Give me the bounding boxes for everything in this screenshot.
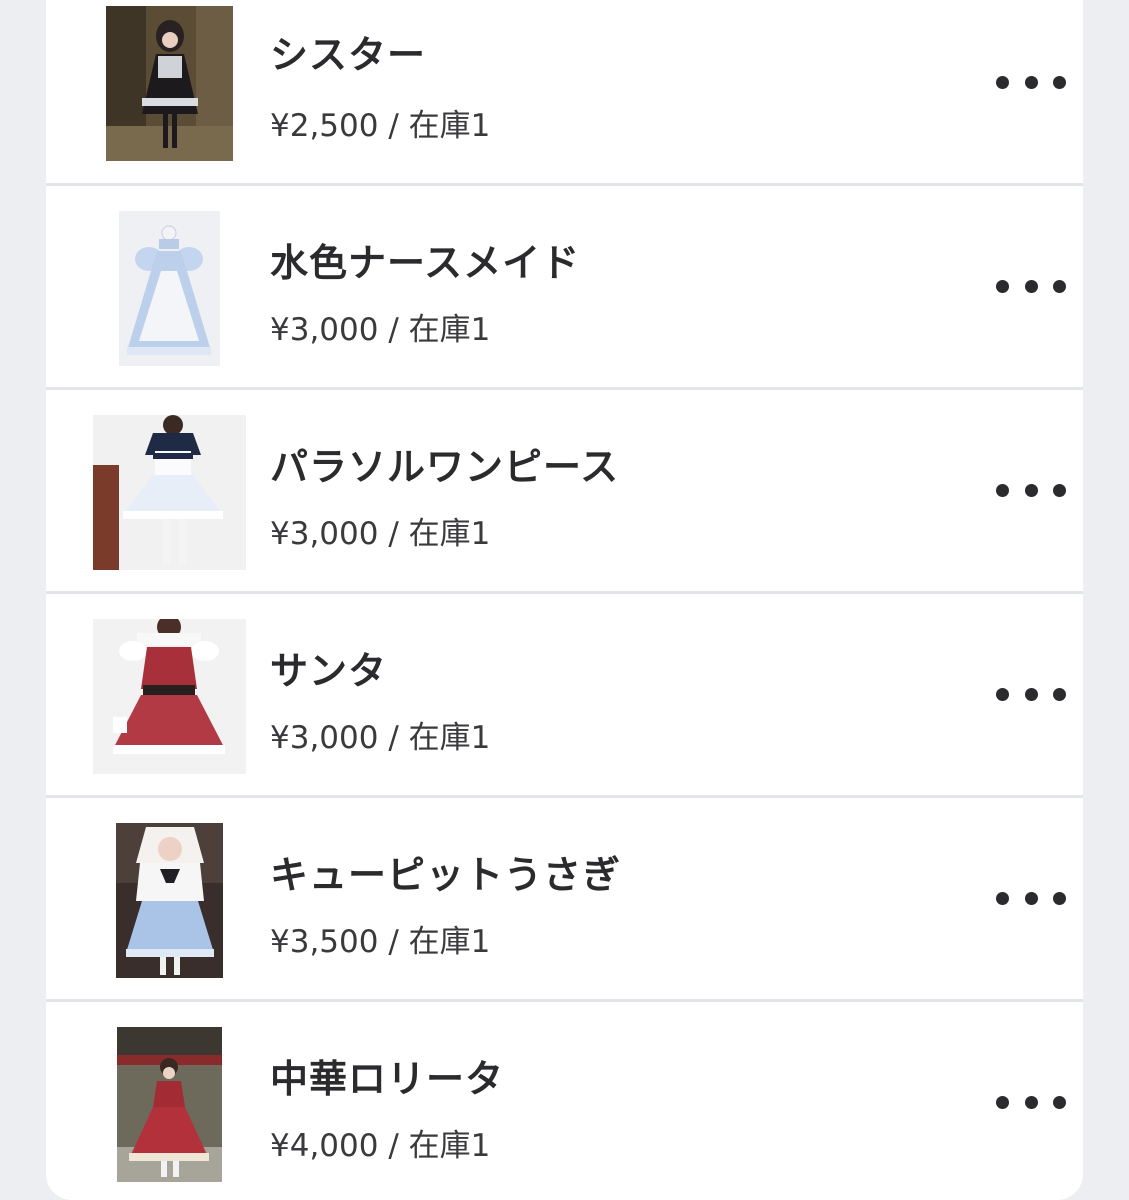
product-thumbnail[interactable]: [116, 823, 223, 978]
product-price: ¥3,000: [270, 516, 379, 552]
product-row[interactable]: 中華ロリータ ¥4,000 / 在庫1: [46, 1004, 1083, 1200]
ellipsis-icon-dot: [1053, 279, 1066, 293]
ellipsis-icon: [996, 891, 1009, 905]
product-name: パラソルワンピース: [270, 445, 620, 489]
product-thumbnail[interactable]: [93, 619, 246, 774]
price-separator: /: [388, 720, 399, 756]
ellipsis-icon: [996, 1095, 1009, 1109]
more-options-button[interactable]: [996, 266, 1066, 306]
more-options-button[interactable]: [996, 62, 1066, 102]
ellipsis-icon-dot: [1024, 687, 1038, 701]
product-stock: 在庫1: [408, 312, 491, 348]
more-options-button[interactable]: [996, 470, 1066, 510]
product-stock: 在庫1: [408, 720, 491, 756]
product-row[interactable]: シスター ¥2,500 / 在庫1: [46, 0, 1083, 186]
ellipsis-icon-dot: [1024, 891, 1038, 905]
more-options-button[interactable]: [996, 1082, 1066, 1122]
ellipsis-icon-dot: [1024, 75, 1038, 89]
product-stock: 在庫1: [408, 924, 491, 960]
product-name: キューピットうさぎ: [270, 853, 622, 897]
ellipsis-icon-dot: [1053, 891, 1066, 905]
price-separator: /: [388, 108, 399, 144]
product-price: ¥2,500: [270, 108, 379, 144]
product-row[interactable]: パラソルワンピース ¥3,000 / 在庫1: [46, 392, 1083, 594]
product-price: ¥3,000: [270, 312, 379, 348]
ellipsis-icon-dot: [1024, 483, 1038, 497]
product-stock: 在庫1: [408, 516, 491, 552]
product-stock: 在庫1: [408, 108, 491, 144]
price-separator: /: [388, 516, 399, 552]
ellipsis-icon: [996, 483, 1009, 497]
ellipsis-icon: [996, 687, 1009, 701]
ellipsis-icon-dot: [1053, 687, 1066, 701]
more-options-button[interactable]: [996, 674, 1066, 714]
product-row[interactable]: キューピットうさぎ ¥3,500 / 在庫1: [46, 800, 1083, 1002]
product-thumbnail[interactable]: [119, 211, 220, 366]
ellipsis-icon-dot: [1053, 75, 1066, 89]
product-name: 中華ロリータ: [270, 1057, 505, 1101]
product-price-stock: ¥3,000 / 在庫1: [270, 712, 490, 757]
product-thumbnail[interactable]: [106, 6, 233, 161]
product-price-stock: ¥4,000 / 在庫1: [270, 1120, 490, 1165]
product-name: 水色ナースメイド: [270, 241, 581, 285]
product-price: ¥3,500: [270, 924, 379, 960]
product-row[interactable]: 水色ナースメイド ¥3,000 / 在庫1: [46, 188, 1083, 390]
product-price-stock: ¥2,500 / 在庫1: [270, 100, 490, 145]
price-separator: /: [388, 312, 399, 348]
product-list-card: シスター ¥2,500 / 在庫1 水色ナースメイド ¥3,000 / 在庫1 …: [46, 0, 1083, 1200]
ellipsis-icon-dot: [1024, 279, 1038, 293]
product-stock: 在庫1: [408, 1128, 491, 1164]
price-separator: /: [388, 924, 399, 960]
product-name: シスター: [270, 33, 427, 77]
ellipsis-icon-dot: [1053, 483, 1066, 497]
product-price-stock: ¥3,000 / 在庫1: [270, 508, 490, 553]
more-options-button[interactable]: [996, 878, 1066, 918]
product-thumbnail[interactable]: [93, 415, 246, 570]
price-separator: /: [388, 1128, 399, 1164]
ellipsis-icon: [996, 279, 1009, 293]
product-row[interactable]: サンタ ¥3,000 / 在庫1: [46, 596, 1083, 798]
product-price: ¥3,000: [270, 720, 379, 756]
product-price-stock: ¥3,000 / 在庫1: [270, 304, 490, 349]
product-price-stock: ¥3,500 / 在庫1: [270, 916, 490, 961]
product-thumbnail[interactable]: [117, 1027, 222, 1182]
ellipsis-icon-dot: [1053, 1095, 1066, 1109]
ellipsis-icon: [996, 75, 1009, 89]
ellipsis-icon-dot: [1024, 1095, 1038, 1109]
product-price: ¥4,000: [270, 1128, 379, 1164]
product-name: サンタ: [270, 649, 388, 693]
